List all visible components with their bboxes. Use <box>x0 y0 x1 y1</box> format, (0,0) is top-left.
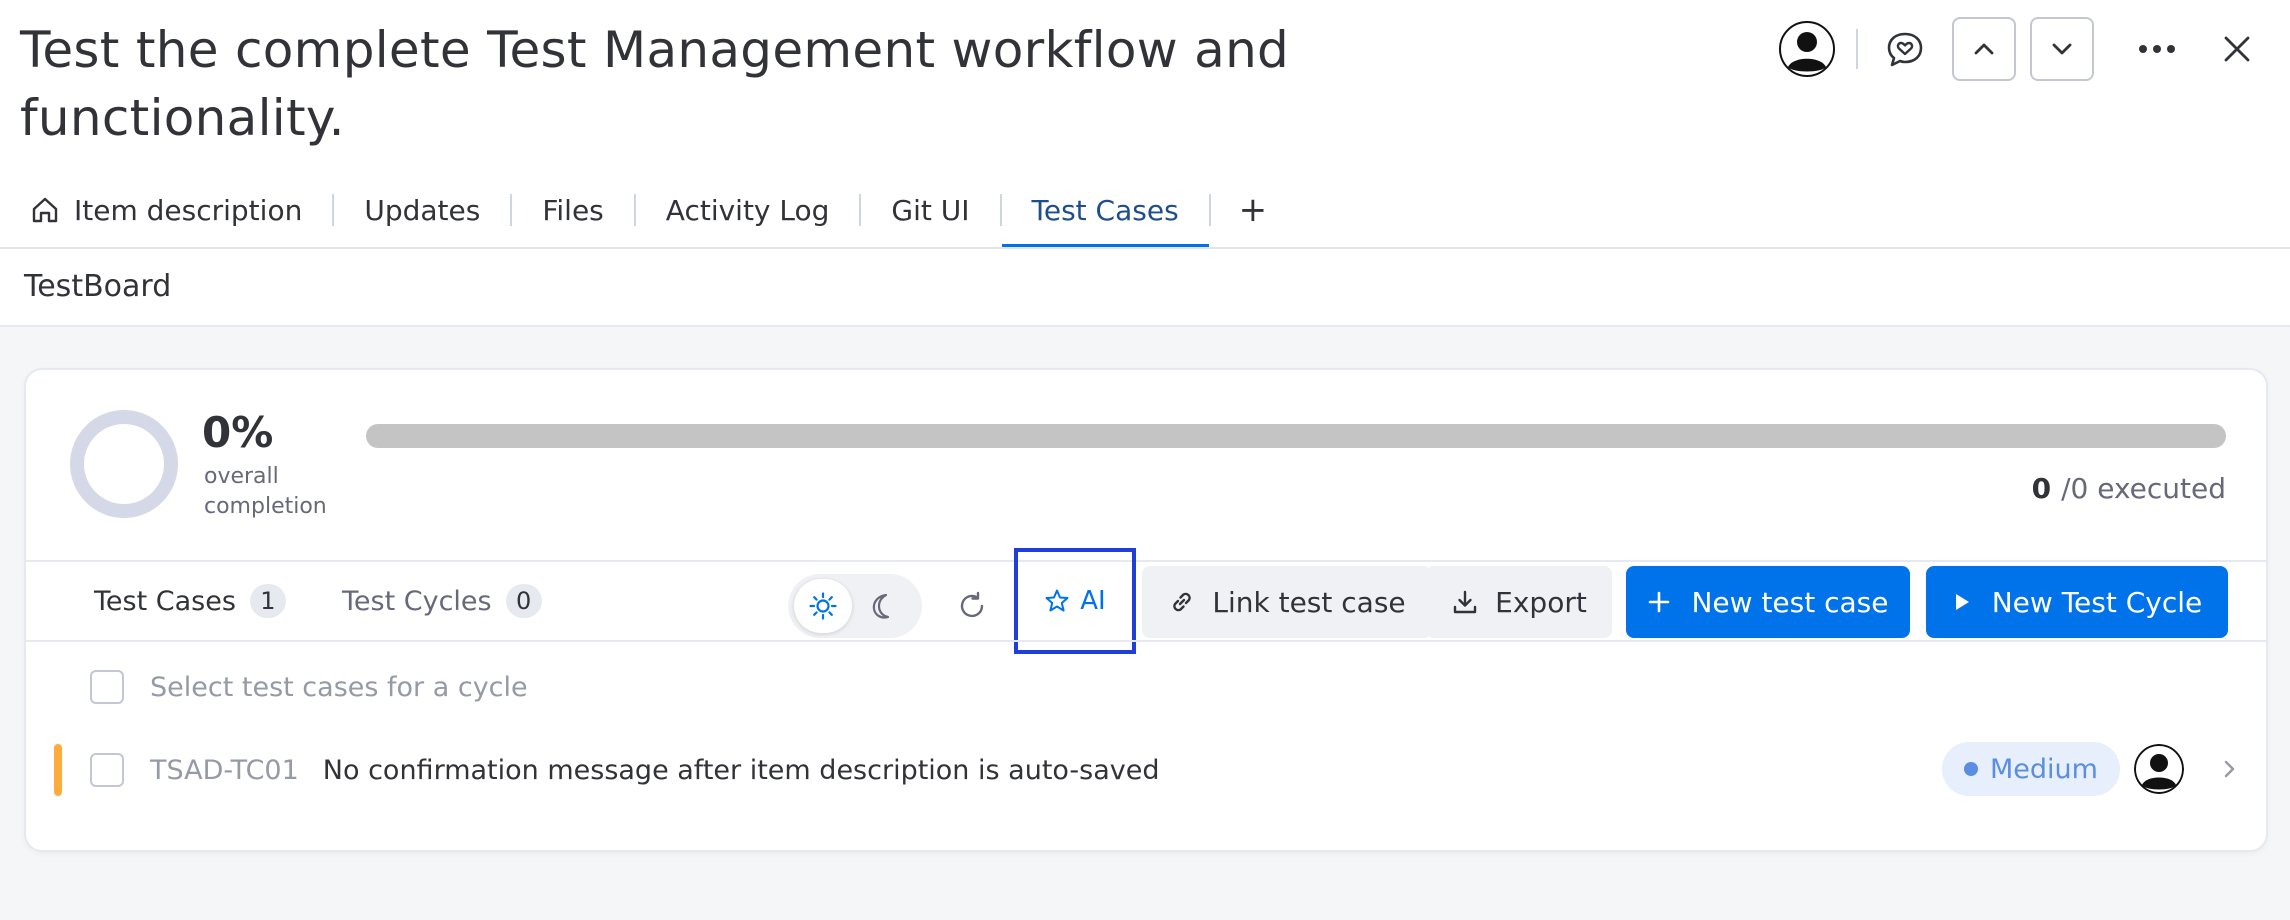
new-test-cycle-label: New Test Cycle <box>1991 585 2203 619</box>
executed-count: 0/0 executed <box>2032 472 2226 505</box>
tab-label: Test Cases <box>1031 193 1179 227</box>
test-case-title: No confirmation message after item descr… <box>322 754 1160 786</box>
completion-ring <box>70 410 178 518</box>
more-options-button[interactable] <box>2124 16 2190 82</box>
count-badge: 0 <box>505 584 542 618</box>
star-icon <box>1045 589 1069 612</box>
user-icon <box>2134 744 2184 794</box>
tab-label: Files <box>542 193 604 227</box>
new-test-case-label: New test case <box>1691 585 1889 619</box>
assignee-avatar[interactable] <box>2134 744 2184 794</box>
priority-label: Medium <box>1990 753 2098 785</box>
plus-icon <box>1647 590 1671 614</box>
priority-dot <box>1964 762 1978 776</box>
ai-button[interactable]: AI <box>1014 548 1136 654</box>
select-all-label: Select test cases for a cycle <box>150 671 528 703</box>
download-icon <box>1451 588 1479 616</box>
card-divider <box>26 560 2266 562</box>
add-tab-button[interactable]: + <box>1211 172 1296 248</box>
item-tabs: Item description Updates Files Activity … <box>0 172 1295 248</box>
tab-label: Git UI <box>891 193 970 227</box>
chevron-right-icon <box>2224 760 2235 778</box>
header-divider <box>1856 29 1858 69</box>
tab-activity-log[interactable]: Activity Log <box>636 172 860 248</box>
page-title: Test the complete Test Management workfl… <box>20 21 1290 147</box>
completion-percent: 0% <box>202 408 274 457</box>
export-label: Export <box>1495 585 1587 619</box>
link-icon <box>1168 588 1196 616</box>
subtab-label: Test Cycles <box>342 585 492 617</box>
link-test-case-button[interactable]: Link test case <box>1142 566 1432 638</box>
board-name: TestBoard <box>24 269 172 304</box>
subtab-test-cases[interactable]: Test Cases 1 <box>94 578 286 624</box>
tab-item-description[interactable]: Item description <box>0 172 332 248</box>
chevron-down-icon <box>2052 43 2072 55</box>
ellipsis-icon <box>2139 45 2175 53</box>
row-checkbox[interactable] <box>90 753 124 787</box>
test-case-id: TSAD-TC01 <box>150 754 299 786</box>
subtab-test-cycles[interactable]: Test Cycles 0 <box>342 578 542 624</box>
test-management-card: 0% overall completion 0/0 executed Test … <box>24 368 2268 852</box>
close-button[interactable] <box>2204 16 2270 82</box>
executed-total: /0 executed <box>2061 472 2226 505</box>
tab-updates[interactable]: Updates <box>334 172 510 248</box>
completion-label: overall completion <box>204 464 327 519</box>
user-avatar-button[interactable] <box>1774 16 1840 82</box>
light-mode-button[interactable] <box>794 579 852 633</box>
user-icon <box>1779 21 1835 77</box>
table-row[interactable]: TSAD-TC01 No confirmation message after … <box>54 742 2244 798</box>
tab-label: Activity Log <box>665 193 830 227</box>
refresh-icon <box>960 591 984 618</box>
avatar <box>1779 21 1835 77</box>
sun-icon <box>809 592 837 620</box>
select-all-checkbox[interactable] <box>90 670 124 704</box>
tab-test-cases[interactable]: Test Cases <box>1001 172 1209 248</box>
item-header: Test the complete Test Management workfl… <box>0 0 2290 249</box>
progress-bar <box>366 424 2226 448</box>
priority-strip <box>54 744 62 796</box>
next-item-button[interactable] <box>2030 17 2094 81</box>
export-button[interactable]: Export <box>1426 566 1612 638</box>
updates-chat-button[interactable] <box>1872 16 1938 82</box>
play-icon <box>1952 591 1972 613</box>
tab-label: Item description <box>74 193 303 227</box>
dark-mode-button[interactable] <box>852 579 910 633</box>
tab-label: Updates <box>364 193 481 227</box>
close-icon <box>2224 36 2250 62</box>
card-divider <box>26 640 2266 642</box>
previous-item-button[interactable] <box>1952 17 2016 81</box>
open-row-button[interactable] <box>2214 754 2244 784</box>
theme-toggle <box>788 574 922 638</box>
chevron-up-icon <box>1974 43 1994 55</box>
moon-icon <box>872 593 890 619</box>
tab-files[interactable]: Files <box>512 172 633 248</box>
header-actions <box>1760 16 2270 82</box>
board-bar: TestBoard <box>0 249 2290 327</box>
home-icon <box>30 195 60 225</box>
ai-button-label: AI <box>1080 586 1106 616</box>
tab-git-ui[interactable]: Git UI <box>861 172 999 248</box>
executed-number: 0 <box>2031 472 2052 505</box>
count-badge: 1 <box>249 584 286 618</box>
refresh-button[interactable] <box>952 586 992 626</box>
new-test-cycle-button[interactable]: New Test Cycle <box>1926 566 2228 638</box>
subtab-label: Test Cases <box>94 585 236 617</box>
chat-heart-icon <box>1887 32 1923 67</box>
new-test-case-button[interactable]: New test case <box>1626 566 1910 638</box>
link-test-case-label: Link test case <box>1212 585 1406 619</box>
select-all-row: Select test cases for a cycle <box>90 670 528 704</box>
priority-badge[interactable]: Medium <box>1942 742 2120 796</box>
